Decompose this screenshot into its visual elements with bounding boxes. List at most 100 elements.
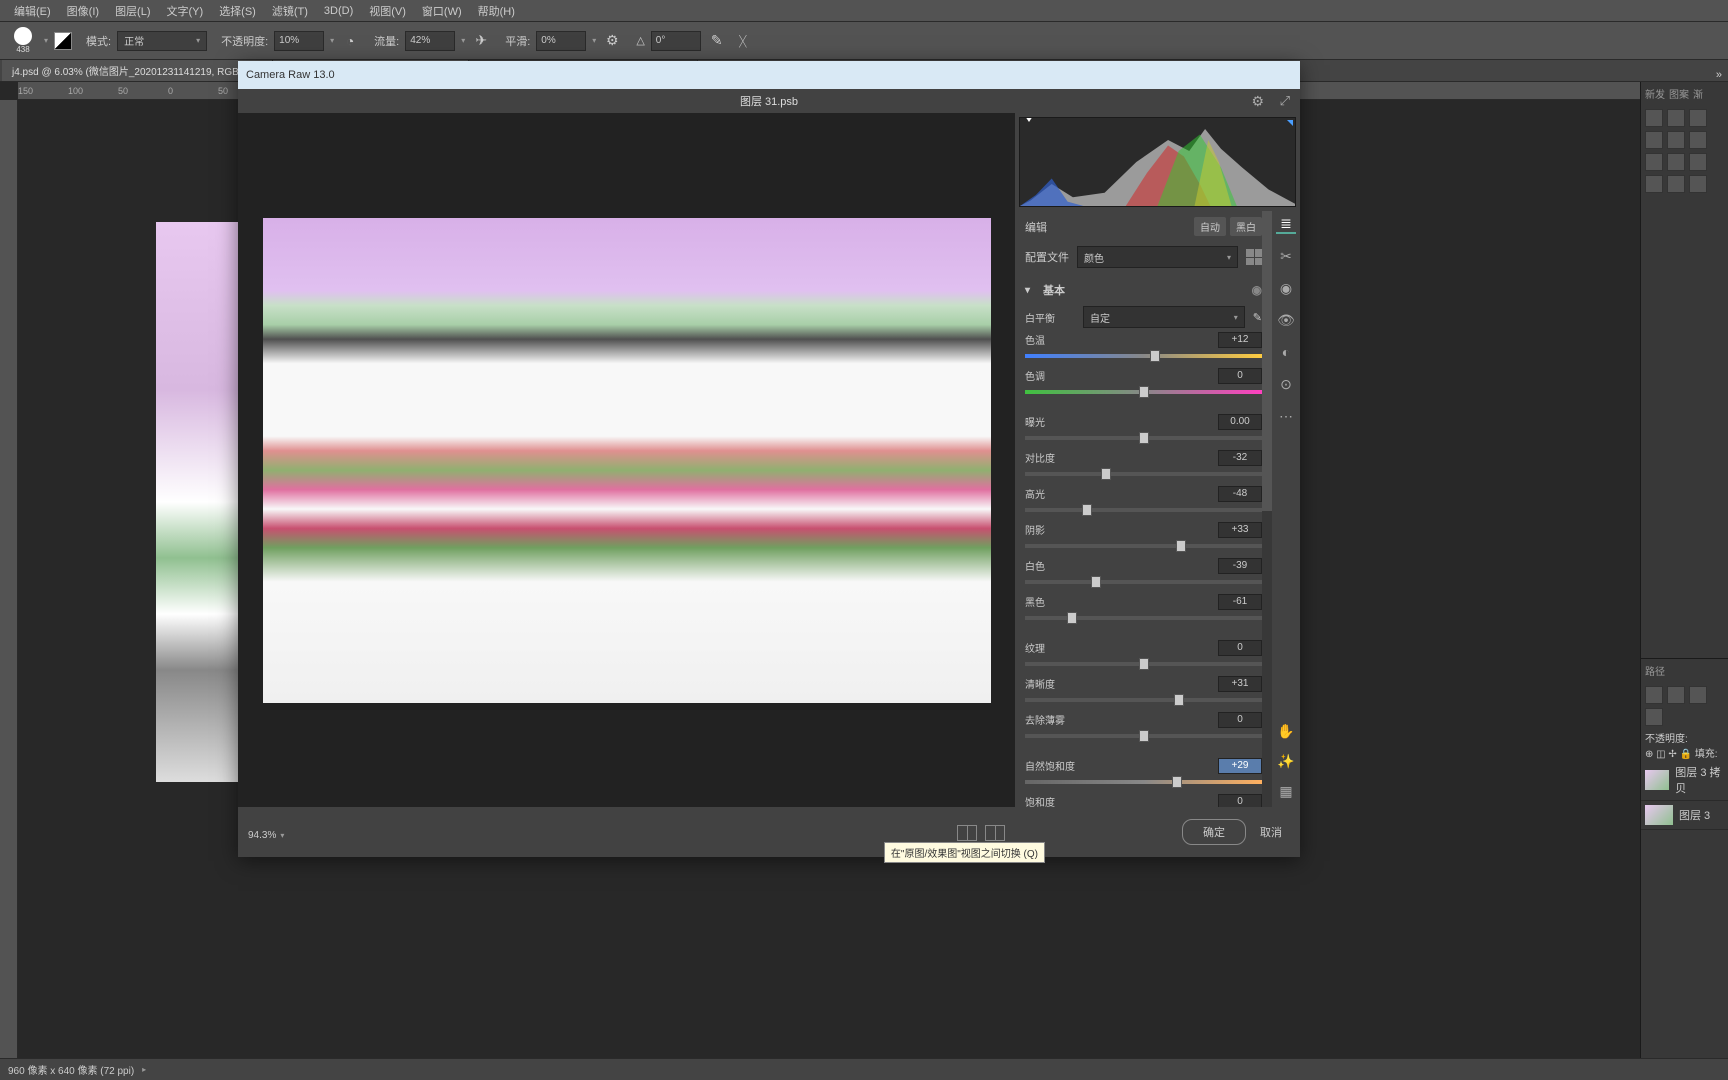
slider-thumb[interactable] [1091, 576, 1101, 588]
slider-value[interactable]: 0 [1218, 712, 1262, 728]
adjustment-icon[interactable] [1689, 109, 1707, 127]
menu-text[interactable]: 文字(Y) [159, 3, 212, 19]
menu-filter[interactable]: 滤镜(T) [264, 3, 316, 19]
more-icon[interactable]: ⋯ [1276, 406, 1296, 426]
sliders-scroll[interactable]: ▾ 基本 ◉ 白平衡 自定▾ ✎ 色温+12色调0 曝光0.00对比度-32高光… [1015, 272, 1272, 807]
shadow-clip-indicator[interactable] [1025, 117, 1033, 122]
brush-settings-icon[interactable] [54, 32, 72, 50]
eye-icon[interactable]: 👁 [1276, 310, 1296, 330]
slider-track[interactable] [1025, 780, 1262, 784]
auto-button[interactable]: 自动 [1194, 217, 1226, 236]
slider-track[interactable] [1025, 508, 1262, 512]
slider-track[interactable] [1025, 390, 1262, 394]
layer-name[interactable]: 图层 3 [1679, 807, 1710, 823]
slider-track[interactable] [1025, 698, 1262, 702]
slider-track[interactable] [1025, 544, 1262, 548]
panel-tab-3[interactable]: 渐 [1693, 86, 1703, 101]
slider-value[interactable]: +29 [1218, 758, 1262, 774]
menu-view[interactable]: 视图(V) [361, 3, 414, 19]
slider-thumb[interactable] [1082, 504, 1092, 516]
menu-3d[interactable]: 3D(D) [316, 5, 361, 17]
adjustment-icon[interactable] [1645, 175, 1663, 193]
panel-tab-2[interactable]: 图案 [1669, 86, 1689, 101]
adjustment-icon[interactable] [1689, 175, 1707, 193]
slider-thumb[interactable] [1176, 540, 1186, 552]
slider-thumb[interactable] [1139, 658, 1149, 670]
slider-track[interactable] [1025, 436, 1262, 440]
slider-value[interactable]: +12 [1218, 332, 1262, 348]
slider-value[interactable]: -48 [1218, 486, 1262, 502]
panel-tab-1[interactable]: 新发 [1645, 86, 1665, 101]
mode-dropdown[interactable]: 正常▾ [117, 31, 207, 51]
lock-icon[interactable]: 🔒 [1680, 749, 1692, 760]
menu-select[interactable]: 选择(S) [211, 3, 264, 19]
histogram[interactable] [1019, 117, 1296, 207]
layer-filter-icon[interactable] [1689, 686, 1707, 704]
slider-track[interactable] [1025, 616, 1262, 620]
lock-icon[interactable]: ✢ [1668, 749, 1676, 760]
slider-thumb[interactable] [1150, 350, 1160, 362]
slider-thumb[interactable] [1172, 776, 1182, 788]
basic-section-toggle[interactable]: ▾ 基本 ◉ [1025, 276, 1262, 304]
slider-value[interactable]: 0.00 [1218, 414, 1262, 430]
adjustment-icon[interactable] [1689, 153, 1707, 171]
slider-thumb[interactable] [1067, 612, 1077, 624]
layer-row[interactable]: 图层 3 [1641, 801, 1728, 830]
highlight-clip-indicator[interactable] [1287, 120, 1293, 126]
brush-preview[interactable]: 438 [8, 26, 38, 56]
wb-dropdown[interactable]: 自定▾ [1083, 306, 1245, 328]
slider-value[interactable]: +33 [1218, 522, 1262, 538]
slider-thumb[interactable] [1139, 386, 1149, 398]
lock-icon[interactable]: ◫ [1656, 749, 1665, 760]
menu-layer[interactable]: 图层(L) [107, 3, 158, 19]
smooth-gear-icon[interactable]: ⚙ [602, 31, 622, 51]
slider-track[interactable] [1025, 734, 1262, 738]
panel-tab-paths[interactable]: 路径 [1645, 663, 1665, 678]
slider-value[interactable]: -61 [1218, 594, 1262, 610]
layer-filter-icon[interactable] [1645, 708, 1663, 726]
symmetry-icon[interactable]: ᚷ [733, 31, 753, 51]
slider-track[interactable] [1025, 472, 1262, 476]
layer-name[interactable]: 图层 3 拷贝 [1675, 764, 1724, 796]
scrollbar[interactable] [1262, 211, 1272, 807]
visibility-icon[interactable]: ◉ [1252, 283, 1262, 297]
adjustment-icon[interactable] [1645, 153, 1663, 171]
adjustment-icon[interactable] [1667, 153, 1685, 171]
slider-value[interactable]: 0 [1218, 368, 1262, 384]
edit-sliders-icon[interactable]: ≣ [1276, 214, 1296, 234]
adjustment-icon[interactable] [1689, 131, 1707, 149]
adjustment-icon[interactable] [1645, 131, 1663, 149]
grid-icon[interactable]: ▦ [1276, 781, 1296, 801]
slider-thumb[interactable] [1139, 730, 1149, 742]
menu-edit[interactable]: 编辑(E) [6, 3, 59, 19]
crop-icon[interactable]: ✂ [1276, 246, 1296, 266]
slider-track[interactable] [1025, 580, 1262, 584]
fullscreen-icon[interactable]: ⤢ [1280, 93, 1290, 109]
preview-area[interactable]: 94.3%▾ 在"原图/效果图"视图之间切换 (Q) [238, 113, 1015, 807]
slider-value[interactable]: +31 [1218, 676, 1262, 692]
menu-window[interactable]: 窗口(W) [414, 3, 470, 19]
cancel-button[interactable]: 取消 [1260, 824, 1282, 840]
hand-icon[interactable]: ✋ [1276, 721, 1296, 741]
tab-doc1[interactable]: j4.psd @ 6.03% (微信图片_20201231141219, RGB… [2, 60, 273, 81]
ok-button[interactable]: 确定 [1182, 819, 1246, 845]
pressure-opacity-icon[interactable]: ◔ [340, 31, 360, 51]
profile-dropdown[interactable]: 颜色▾ [1077, 246, 1238, 268]
angle-input[interactable] [651, 31, 701, 51]
dialog-titlebar[interactable]: Camera Raw 13.0 [238, 61, 1300, 89]
slider-value[interactable]: -39 [1218, 558, 1262, 574]
smooth-input[interactable] [536, 31, 586, 51]
slider-track[interactable] [1025, 354, 1262, 358]
profile-browser-icon[interactable] [1246, 249, 1262, 265]
menu-image[interactable]: 图像(I) [59, 3, 107, 19]
lock-icon[interactable]: ⊕ [1645, 749, 1653, 760]
adjustment-icon[interactable] [1667, 131, 1685, 149]
slider-value[interactable]: 0 [1218, 794, 1262, 807]
spot-removal-icon[interactable]: ◉ [1276, 278, 1296, 298]
adjustment-icon[interactable] [1645, 109, 1663, 127]
slider-thumb[interactable] [1101, 468, 1111, 480]
flow-input[interactable] [405, 31, 455, 51]
adjustment-icon[interactable] [1667, 109, 1685, 127]
airbrush-icon[interactable]: ✈ [471, 31, 491, 51]
layer-filter-icon[interactable] [1667, 686, 1685, 704]
